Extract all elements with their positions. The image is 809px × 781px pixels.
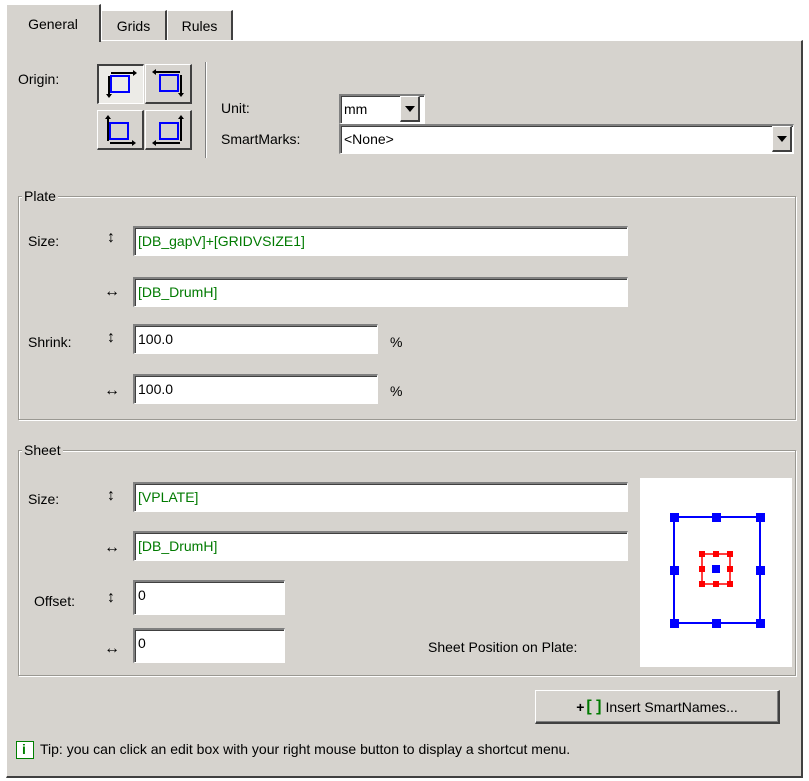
plate-shrink-vertical-value: 100.0 — [138, 331, 174, 347]
plate-group-title: Plate — [22, 188, 58, 204]
origin-bottom-right-icon — [152, 115, 184, 146]
sheet-offset-vertical-input[interactable]: 0 — [133, 580, 285, 615]
unit-dropdown-arrow-icon[interactable] — [400, 96, 420, 122]
plate-size-horizontal-icon: ↔ — [104, 283, 120, 300]
plate-shrink-horizontal-icon: ↔ — [104, 382, 120, 399]
tab-bar: General Grids Rules — [0, 0, 809, 44]
sheet-size-horizontal-icon: ↔ — [104, 539, 120, 556]
sheet-size-vertical-value: [VPLATE] — [138, 489, 199, 505]
sheet-offset-horizontal-input[interactable]: 0 — [133, 628, 285, 663]
plate-size-vertical-value: [DB_gapV]+[GRIDVSIZE1] — [138, 233, 305, 249]
sheet-offset-horizontal-value: 0 — [138, 635, 146, 651]
plate-shrink-vertical-input[interactable]: 100.0 — [133, 324, 378, 354]
tab-rules-label: Rules — [181, 17, 218, 34]
sheet-size-horizontal-input[interactable]: [DB_DrumH] — [133, 531, 628, 561]
sheet-position-diagram — [670, 513, 765, 628]
plate-shrink-vertical-icon: ↕ — [107, 329, 115, 346]
smartmarks-label: SmartMarks: — [221, 131, 301, 147]
smartmarks-select[interactable]: <None> — [339, 124, 794, 154]
origin-bottom-left-button[interactable] — [97, 110, 144, 150]
plate-size-vertical-icon: ↕ — [107, 229, 115, 246]
tab-general[interactable]: General — [6, 4, 101, 42]
sheet-size-vertical-icon: ↕ — [107, 487, 115, 504]
plate-size-horizontal-value: [DB_DrumH] — [138, 284, 218, 300]
origin-label: Origin: — [18, 71, 60, 87]
plate-size-label: Size: — [28, 233, 60, 249]
sheet-size-vertical-input[interactable]: [VPLATE] — [133, 482, 628, 512]
sheet-offset-horizontal-icon: ↔ — [104, 640, 120, 657]
tip-text: Tip: you can click an edit box with your… — [40, 741, 571, 757]
origin-top-left-button[interactable] — [97, 64, 144, 104]
insert-smartnames-button[interactable]: + [ ] Insert SmartNames... — [535, 690, 780, 724]
sheet-size-label: Size: — [28, 491, 60, 507]
plate-shrink-horizontal-unit: % — [390, 383, 403, 399]
origin-bottom-left-icon — [105, 115, 136, 146]
plate-shrink-label: Shrink: — [28, 334, 72, 350]
origin-top-left-icon — [106, 70, 137, 98]
sheet-offset-label: Offset: — [34, 593, 75, 609]
sheet-position-preview[interactable] — [640, 478, 792, 667]
plate-shrink-vertical-unit: % — [390, 334, 403, 350]
origin-top-right-icon — [152, 69, 184, 97]
origin-separator — [205, 62, 207, 158]
sheet-group-title: Sheet — [22, 442, 63, 458]
smartmarks-select-value: <None> — [344, 131, 394, 147]
insert-smartnames-label: Insert SmartNames... — [605, 698, 738, 715]
unit-select-value: mm — [344, 101, 368, 117]
sheet-offset-vertical-value: 0 — [138, 587, 146, 603]
plate-shrink-horizontal-value: 100.0 — [138, 381, 174, 397]
smartmarks-dropdown-arrow-icon[interactable] — [772, 126, 792, 152]
tab-grids[interactable]: Grids — [101, 10, 167, 40]
origin-top-right-button[interactable] — [145, 64, 192, 104]
smartnames-bracket-icon: [ ] — [586, 697, 602, 715]
insert-plus-icon: + — [576, 698, 585, 715]
tab-general-label: General — [28, 15, 78, 32]
origin-bottom-right-button[interactable] — [145, 110, 192, 150]
sheet-size-horizontal-value: [DB_DrumH] — [138, 538, 218, 554]
tab-rules[interactable]: Rules — [167, 10, 233, 40]
tip-info-icon: i — [16, 741, 34, 759]
unit-label: Unit: — [221, 100, 250, 116]
sheet-offset-vertical-icon: ↕ — [107, 589, 115, 606]
plate-size-horizontal-input[interactable]: [DB_DrumH] — [133, 277, 628, 307]
plate-shrink-horizontal-input[interactable]: 100.0 — [133, 374, 378, 404]
plate-size-vertical-input[interactable]: [DB_gapV]+[GRIDVSIZE1] — [133, 226, 628, 256]
sheet-position-label: Sheet Position on Plate: — [428, 639, 578, 655]
tab-grids-label: Grids — [116, 17, 151, 34]
